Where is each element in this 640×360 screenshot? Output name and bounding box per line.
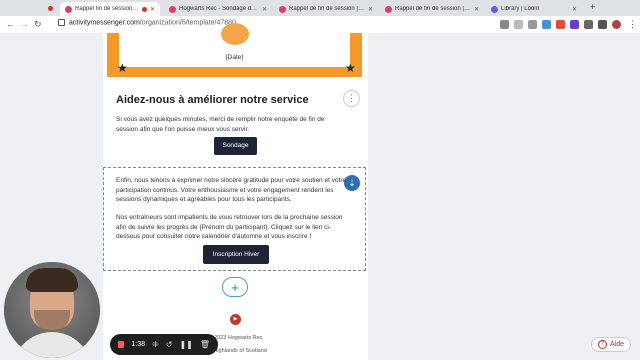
survey-text: Si vous avez quelques minutes, merci de …: [116, 116, 325, 133]
loom-webcam-bubble[interactable]: [4, 262, 100, 358]
recording-dot-icon: [48, 6, 53, 11]
closing-paragraph-1: Enfin, nous tenons à exprimer notre sinc…: [116, 177, 347, 203]
loom-extension-icon[interactable]: [570, 20, 579, 29]
certificate-inner: {Date}: [119, 23, 350, 67]
survey-title: Aidez-nous à améliorer notre service: [116, 94, 309, 106]
email-template: {Date} ★ ★ Aidez-nous à améliorer notre …: [103, 23, 368, 360]
tab-rappel-tache-2[interactable]: Rappel de fin de session | Tâc ✕: [380, 2, 484, 16]
activitymessenger-favicon-icon: [169, 5, 176, 13]
register-winter-button[interactable]: Inscription Hiver: [203, 245, 269, 264]
kebab-menu-icon[interactable]: ⋮: [628, 19, 637, 30]
close-tab-icon[interactable]: ✕: [150, 6, 155, 13]
close-tab-icon[interactable]: ✕: [368, 6, 373, 13]
pause-icon[interactable]: ❚❚: [179, 340, 192, 349]
certificate-date: {Date}: [225, 54, 244, 61]
back-arrow-icon[interactable]: ←: [6, 19, 15, 29]
tab-hogwarts-sondage[interactable]: Hogwarts Rec - Sondage de fi ✕: [164, 2, 272, 16]
youtube-icon[interactable]: ▶: [230, 314, 241, 325]
star-icon: ★: [345, 61, 356, 75]
certificate-seal-icon: [221, 23, 249, 45]
forward-arrow-icon[interactable]: →: [20, 19, 29, 29]
add-block-button[interactable]: +: [222, 277, 248, 297]
browser-tab-bar: Rappel fin de session | Ga ✕ Hogwarts Re…: [0, 0, 640, 16]
certificate-block[interactable]: {Date} ★ ★: [107, 23, 362, 77]
extension-icon[interactable]: [542, 20, 551, 29]
grid-icon[interactable]: ⁜: [152, 340, 159, 349]
reload-icon[interactable]: ↻: [34, 19, 42, 30]
extension-icon[interactable]: [556, 20, 565, 29]
tab-rappel-tache-1[interactable]: Rappel de fin de session | Tâc ✕: [274, 2, 378, 16]
activitymessenger-favicon-icon: [279, 5, 286, 13]
activitymessenger-favicon-icon: [65, 5, 72, 13]
lock-icon: [58, 19, 65, 26]
close-tab-icon[interactable]: ✕: [262, 6, 267, 13]
help-button[interactable]: ? Aide: [591, 337, 631, 352]
closing-paragraph-2: Nos entraîneurs sont impatients de vous …: [116, 214, 343, 240]
zoom-icon[interactable]: [514, 20, 523, 29]
recording-dot-icon: [141, 6, 147, 12]
tab-rappel-fin-session[interactable]: Rappel fin de session | Ga ✕: [60, 2, 160, 16]
profile-avatar[interactable]: [612, 20, 621, 29]
url-field[interactable]: activitymessenger.com/organization/5/tem…: [58, 19, 236, 26]
sidepanel-icon[interactable]: [598, 20, 607, 29]
star-icon: ★: [117, 61, 128, 75]
activitymessenger-favicon-icon: [385, 5, 392, 13]
recording-timer: 1:38: [131, 341, 146, 348]
puzzle-icon[interactable]: [584, 20, 593, 29]
loom-recording-controls: 1:38 ⁜ ↺ ❚❚ 🗑: [110, 334, 218, 355]
help-icon: ?: [597, 340, 607, 349]
close-tab-icon[interactable]: ✕: [474, 6, 479, 13]
share-icon[interactable]: [528, 20, 537, 29]
loom-favicon-icon: [491, 5, 498, 13]
stop-recording-icon[interactable]: [118, 341, 125, 348]
new-tab-icon[interactable]: +: [590, 2, 595, 12]
close-tab-icon[interactable]: ✕: [572, 6, 577, 13]
survey-button[interactable]: Sondage: [214, 137, 257, 155]
block-options-icon[interactable]: ⋮: [343, 90, 360, 107]
restart-icon[interactable]: ↺: [166, 340, 173, 349]
tab-loom-library[interactable]: Library | Loom ✕: [486, 2, 582, 16]
address-bar: ← → ↻ activitymessenger.com/organization…: [0, 16, 640, 34]
trash-icon[interactable]: 🗑: [200, 340, 210, 349]
cast-icon[interactable]: [500, 20, 509, 29]
